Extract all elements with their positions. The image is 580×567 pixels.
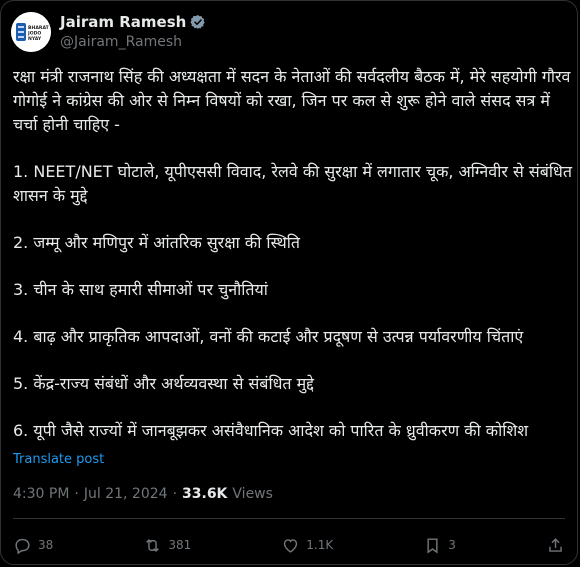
reply-icon — [15, 538, 30, 554]
like-button[interactable]: 1.1K — [281, 536, 333, 555]
tweet-header: BHARAT JODO NYAY Jairam Ramesh @Jairam_R… — [11, 11, 206, 53]
avatar-logo: BHARAT JODO NYAY — [11, 12, 51, 52]
meta-separator: · — [74, 486, 79, 502]
svg-text:NYAY: NYAY — [28, 36, 42, 42]
action-bar: 38 381 1.1K 3 — [13, 531, 565, 559]
tweet-meta: 4:30 PM · Jul 21, 2024 · 33.6K Views — [13, 486, 273, 502]
svg-text:BHARAT: BHARAT — [28, 25, 50, 31]
post-date[interactable]: Jul 21, 2024 — [84, 486, 168, 502]
bookmark-button[interactable]: 3 — [423, 536, 456, 555]
repost-icon — [146, 538, 160, 552]
bookmark-icon — [427, 537, 438, 554]
author-names: Jairam Ramesh @Jairam_Ramesh — [60, 13, 206, 51]
like-count: 1.1K — [306, 538, 334, 552]
tweet-paragraph-point-3: 3. चीन के साथ हमारी सीमाओं पर चुनौतियां — [13, 280, 268, 299]
svg-text:JODO: JODO — [27, 31, 41, 37]
avatar[interactable]: BHARAT JODO NYAY — [11, 12, 51, 52]
tweet-paragraph-point-5: 5. केंद्र-राज्य संबंधों और अर्थव्यवस्था … — [13, 374, 314, 393]
tweet-paragraph-point-6: 6. यूपी जैसे राज्यों में जानबूझकर असंवैध… — [13, 421, 529, 440]
tweet-paragraph-point-4: 4. बाढ़ और प्राकृतिक आपदाओं, वनों की कटा… — [13, 327, 524, 346]
tweet-paragraph-point-2: 2. जम्मू और मणिपुर में आंतरिक सुरक्षा की… — [13, 233, 300, 252]
author-handle[interactable]: @Jairam_Ramesh — [60, 33, 206, 51]
verified-badge-icon — [190, 14, 206, 30]
share-icon — [549, 537, 562, 552]
reply-button[interactable]: 38 — [13, 536, 53, 555]
heart-icon — [284, 538, 298, 553]
reply-count: 38 — [38, 538, 54, 552]
bookmark-count: 3 — [448, 538, 456, 552]
meta-separator: · — [172, 486, 178, 502]
repost-button[interactable]: 381 — [143, 536, 191, 555]
tweet-card: BHARAT JODO NYAY Jairam Ramesh @Jairam_R… — [0, 0, 578, 565]
views-label: Views — [232, 486, 273, 502]
repost-count: 381 — [168, 538, 192, 552]
tweet-paragraph-point-1: 1. NEET/NET घोटाले, यूपीएससी विवाद, रेलव… — [13, 162, 572, 205]
author-display-name[interactable]: Jairam Ramesh — [60, 13, 186, 31]
share-button[interactable] — [546, 536, 565, 555]
post-time[interactable]: 4:30 PM — [13, 486, 69, 502]
translate-post-link[interactable]: Translate post — [13, 452, 104, 467]
tweet-body: रक्षा मंत्री राजनाथ सिंह की अध्यक्षता मे… — [13, 65, 575, 443]
divider — [13, 518, 565, 519]
tweet-paragraph-intro: रक्षा मंत्री राजनाथ सिंह की अध्यक्षता मे… — [13, 67, 571, 134]
views-count: 33.6K — [182, 486, 228, 502]
